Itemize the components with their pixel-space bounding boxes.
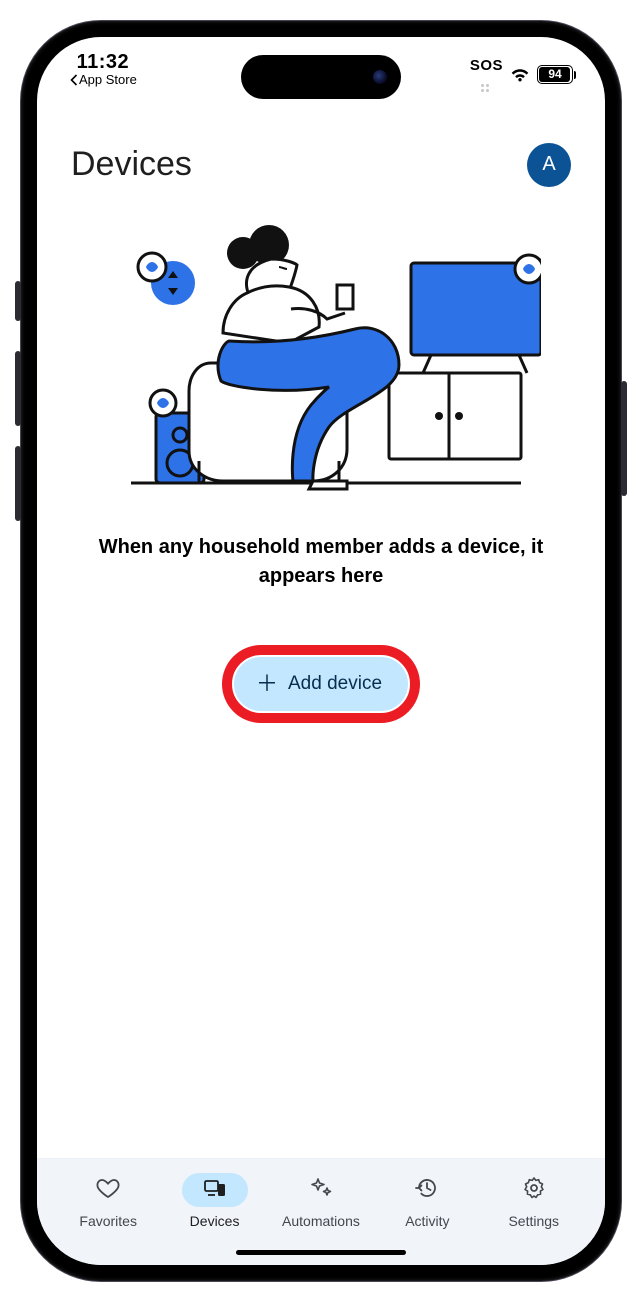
tab-favorites[interactable]: Favorites [58, 1173, 158, 1229]
battery-indicator: 94 [537, 65, 573, 84]
screen: 11:32 App Store SOS 94 [37, 37, 605, 1265]
chevron-left-icon [69, 74, 78, 86]
phone-power-button [621, 381, 627, 496]
back-to-app-label: App Store [79, 73, 137, 87]
bottom-tab-bar: Favorites Devices Automations Activity [37, 1158, 605, 1265]
tab-devices[interactable]: Devices [165, 1173, 265, 1229]
empty-state-illustration [101, 223, 541, 503]
phone-side-button [15, 281, 21, 321]
tab-label: Settings [508, 1213, 559, 1229]
devices-icon [203, 1176, 227, 1203]
add-device-label: Add device [288, 673, 382, 695]
tab-activity[interactable]: Activity [377, 1173, 477, 1229]
front-camera [373, 70, 387, 84]
sos-indicator: SOS [470, 57, 503, 74]
history-icon [415, 1176, 439, 1203]
cellular-no-service-icon [481, 84, 489, 92]
home-indicator[interactable] [236, 1250, 406, 1255]
avatar-initial: A [542, 153, 555, 176]
heart-icon [96, 1176, 120, 1203]
status-time: 11:32 [69, 51, 137, 73]
tab-label: Devices [190, 1213, 240, 1229]
add-device-button[interactable]: ＋ Add device [234, 657, 408, 711]
page-header: Devices A [37, 107, 605, 199]
sparkles-icon [309, 1176, 333, 1203]
plus-icon: ＋ [256, 673, 278, 695]
phone-frame: 11:32 App Store SOS 94 [21, 21, 621, 1281]
account-avatar[interactable]: A [527, 143, 571, 187]
empty-state-message: When any household member adds a device,… [37, 533, 605, 591]
battery-percent: 94 [548, 67, 561, 81]
back-to-app[interactable]: App Store [69, 73, 137, 87]
page-title: Devices [71, 145, 192, 184]
wifi-icon [509, 66, 531, 82]
gear-icon [522, 1176, 546, 1203]
tab-label: Automations [282, 1213, 360, 1229]
main-content: When any household member adds a device,… [37, 199, 605, 1158]
phone-volume-up [15, 351, 21, 426]
tab-label: Activity [405, 1213, 449, 1229]
tab-automations[interactable]: Automations [271, 1173, 371, 1229]
phone-volume-down [15, 446, 21, 521]
tab-settings[interactable]: Settings [484, 1173, 584, 1229]
tab-label: Favorites [79, 1213, 137, 1229]
dynamic-island [241, 55, 401, 99]
add-device-highlight: ＋ Add device [224, 647, 418, 721]
